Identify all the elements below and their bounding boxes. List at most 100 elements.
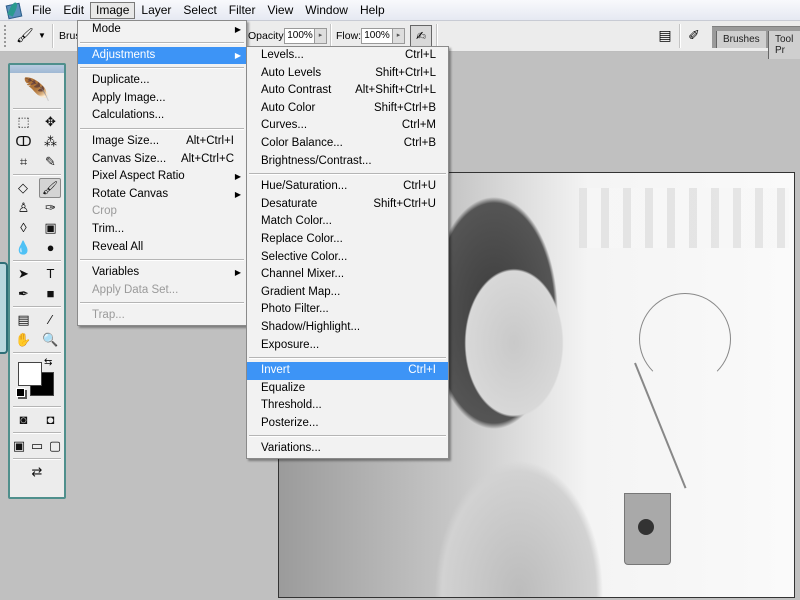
photoshop-app-icon[interactable]: [5, 1, 23, 20]
menu-window[interactable]: Window: [299, 2, 354, 19]
standard-mode-icon[interactable]: ◙: [14, 411, 34, 429]
options-bar-grip[interactable]: [4, 25, 8, 47]
default-colors-icon[interactable]: [16, 388, 25, 397]
brush-preset-icon[interactable]: 🖌: [16, 27, 34, 44]
menu-edit[interactable]: Edit: [57, 2, 90, 19]
swap-colors-icon[interactable]: ⇆: [44, 357, 52, 368]
adj-item-exposure[interactable]: Exposure...: [247, 337, 448, 355]
menu-file[interactable]: File: [26, 2, 57, 19]
crop-tool-icon[interactable]: ⌗: [14, 153, 34, 171]
hand-tool-icon[interactable]: ✋: [14, 331, 34, 349]
tool-presets-palette-icon[interactable]: ▤: [657, 27, 673, 43]
shortcut-label: Shift+Ctrl+L: [375, 66, 436, 79]
menu-item-label: Mode: [92, 23, 121, 35]
adj-item-auto-levels[interactable]: Auto Levels Shift+Ctrl+L: [247, 65, 448, 83]
adj-item-levels[interactable]: Levels... Ctrl+L: [247, 47, 448, 65]
foreground-color-swatch[interactable]: [18, 362, 42, 386]
gradient-tool-icon[interactable]: ▣: [41, 219, 61, 237]
eraser-tool-icon[interactable]: ◊: [14, 219, 34, 237]
slice-tool-icon[interactable]: ✎: [41, 153, 61, 171]
menu-item-adjustments[interactable]: Adjustments ▶: [78, 46, 246, 65]
menu-item-label: Posterize...: [261, 416, 319, 429]
adj-item-desaturate[interactable]: Desaturate Shift+Ctrl+U: [247, 196, 448, 214]
menu-item-trim[interactable]: Trim...: [78, 221, 246, 239]
lasso-tool-icon[interactable]: ↀ: [14, 133, 34, 151]
airbrush-toggle-icon[interactable]: ✍: [410, 25, 432, 47]
path-selection-tool-icon[interactable]: ➤: [14, 265, 34, 283]
menu-layer[interactable]: Layer: [135, 2, 177, 19]
adj-item-replace-color[interactable]: Replace Color...: [247, 231, 448, 249]
adj-item-channel-mixer[interactable]: Channel Mixer...: [247, 266, 448, 284]
adj-item-curves[interactable]: Curves... Ctrl+M: [247, 117, 448, 135]
brush-tool-icon[interactable]: 🖌: [39, 178, 61, 198]
menu-item-pixel-aspect-ratio[interactable]: Pixel Aspect Ratio ▶: [78, 168, 246, 186]
tool-row: ✋ 🔍: [10, 330, 64, 350]
notes-tool-icon[interactable]: ▤: [14, 311, 34, 329]
menu-filter[interactable]: Filter: [223, 2, 262, 19]
menu-item-label: Pixel Aspect Ratio: [92, 170, 185, 183]
adj-item-color-balance[interactable]: Color Balance... Ctrl+B: [247, 135, 448, 153]
history-brush-tool-icon[interactable]: ✑: [41, 199, 61, 217]
menu-item-variables[interactable]: Variables ▶: [78, 264, 246, 282]
marquee-tool-icon[interactable]: ⬚: [14, 113, 34, 131]
menu-select[interactable]: Select: [177, 2, 222, 19]
palette-tab-brushes[interactable]: Brushes: [716, 31, 766, 48]
clone-stamp-tool-icon[interactable]: ♙: [14, 199, 34, 217]
feather-logo-icon[interactable]: 🪶: [10, 73, 64, 106]
adj-item-brightness-contrast[interactable]: Brightness/Contrast...: [247, 153, 448, 171]
menubar: File Edit Image Layer Select Filter View Window…: [0, 0, 800, 21]
blur-tool-icon[interactable]: 💧: [14, 239, 34, 257]
menu-item-mode[interactable]: Mode ▶: [78, 21, 246, 39]
pen-tool-icon[interactable]: ✒: [14, 285, 34, 303]
chevron-down-icon[interactable]: ▼: [38, 31, 46, 40]
flow-slider-button[interactable]: ▸: [392, 28, 405, 44]
adj-item-gradient-map[interactable]: Gradient Map...: [247, 284, 448, 302]
magic-wand-tool-icon[interactable]: ⁂: [41, 133, 61, 151]
zoom-tool-icon[interactable]: 🔍: [41, 331, 61, 349]
full-screen-icon[interactable]: ▢: [46, 437, 64, 455]
menu-item-image-size[interactable]: Image Size... Alt+Ctrl+I: [78, 133, 246, 151]
move-tool-icon[interactable]: ✥: [41, 113, 61, 131]
adj-item-variations[interactable]: Variations...: [247, 440, 448, 458]
toolbox-title-bar[interactable]: [10, 65, 64, 73]
adj-item-invert[interactable]: Invert Ctrl+I: [247, 362, 448, 380]
adj-item-match-color[interactable]: Match Color...: [247, 213, 448, 231]
menu-item-reveal-all[interactable]: Reveal All: [78, 239, 246, 257]
menu-item-label: Trap...: [92, 309, 125, 322]
healing-brush-tool-icon[interactable]: ◇: [13, 179, 33, 197]
menu-help[interactable]: Help: [354, 2, 391, 19]
standard-screen-icon[interactable]: ▣: [10, 437, 28, 455]
dodge-tool-icon[interactable]: ●: [41, 239, 61, 257]
menu-item-canvas-size[interactable]: Canvas Size... Alt+Ctrl+C: [78, 151, 246, 169]
opacity-input[interactable]: 100%: [284, 28, 316, 44]
adj-item-auto-contrast[interactable]: Auto Contrast Alt+Shift+Ctrl+L: [247, 82, 448, 100]
eyedropper-tool-icon[interactable]: ⁄: [41, 311, 61, 329]
menu-item-duplicate[interactable]: Duplicate...: [78, 72, 246, 90]
adj-item-shadow-highlight[interactable]: Shadow/Highlight...: [247, 319, 448, 337]
shape-tool-icon[interactable]: ■: [41, 285, 61, 303]
type-tool-icon[interactable]: T: [41, 265, 61, 283]
color-swatches: ⇆: [10, 356, 64, 404]
menu-item-apply-image[interactable]: Apply Image...: [78, 90, 246, 108]
collapsed-panel-tab[interactable]: [0, 262, 8, 354]
jump-to-imageready-icon[interactable]: ⇄: [27, 463, 47, 481]
submenu-arrow-icon: ▶: [234, 50, 241, 60]
palette-tab-tool-presets[interactable]: Tool Pr: [768, 31, 800, 59]
file-browser-icon[interactable]: ✐: [686, 27, 702, 43]
adj-item-selective-color[interactable]: Selective Color...: [247, 249, 448, 267]
menu-item-rotate-canvas[interactable]: Rotate Canvas ▶: [78, 186, 246, 204]
adj-item-equalize[interactable]: Equalize: [247, 380, 448, 398]
opacity-slider-button[interactable]: ▸: [314, 28, 327, 44]
menu-item-trap: Trap...: [78, 307, 246, 325]
full-screen-menu-icon[interactable]: ▭: [28, 437, 46, 455]
adj-item-posterize[interactable]: Posterize...: [247, 415, 448, 433]
menu-image[interactable]: Image: [90, 1, 136, 19]
flow-input[interactable]: 100%: [361, 28, 393, 44]
menu-view[interactable]: View: [261, 2, 299, 19]
adj-item-photo-filter[interactable]: Photo Filter...: [247, 301, 448, 319]
quick-mask-mode-icon[interactable]: ◘: [41, 411, 61, 429]
menu-item-calculations[interactable]: Calculations...: [78, 107, 246, 125]
adj-item-threshold[interactable]: Threshold...: [247, 397, 448, 415]
adj-item-hue-saturation[interactable]: Hue/Saturation... Ctrl+U: [247, 178, 448, 196]
adj-item-auto-color[interactable]: Auto Color Shift+Ctrl+B: [247, 100, 448, 118]
